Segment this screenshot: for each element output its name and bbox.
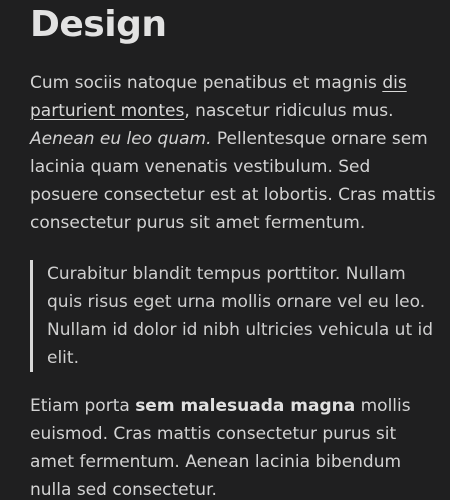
closing-bold-text: sem malesuada magna [135, 396, 356, 416]
intro-italic-text: Aenean eu leo quam. [30, 129, 212, 149]
blockquote: Curabitur blandit tempus porttitor. Null… [30, 260, 438, 372]
intro-text-start: Cum sociis natoque penatibus et magnis [30, 73, 383, 93]
intro-text-mid: , nascetur ridiculus mus. [184, 101, 394, 121]
article-page: Design Cum sociis natoque penatibus et m… [0, 0, 450, 500]
page-heading: Design [30, 4, 167, 45]
intro-paragraph: Cum sociis natoque penatibus et magnis d… [30, 69, 438, 237]
closing-paragraph: Etiam porta sem malesuada magna mollis e… [30, 392, 438, 500]
blockquote-text: Curabitur blandit tempus porttitor. Null… [47, 264, 434, 368]
closing-text-start: Etiam porta [30, 396, 136, 416]
